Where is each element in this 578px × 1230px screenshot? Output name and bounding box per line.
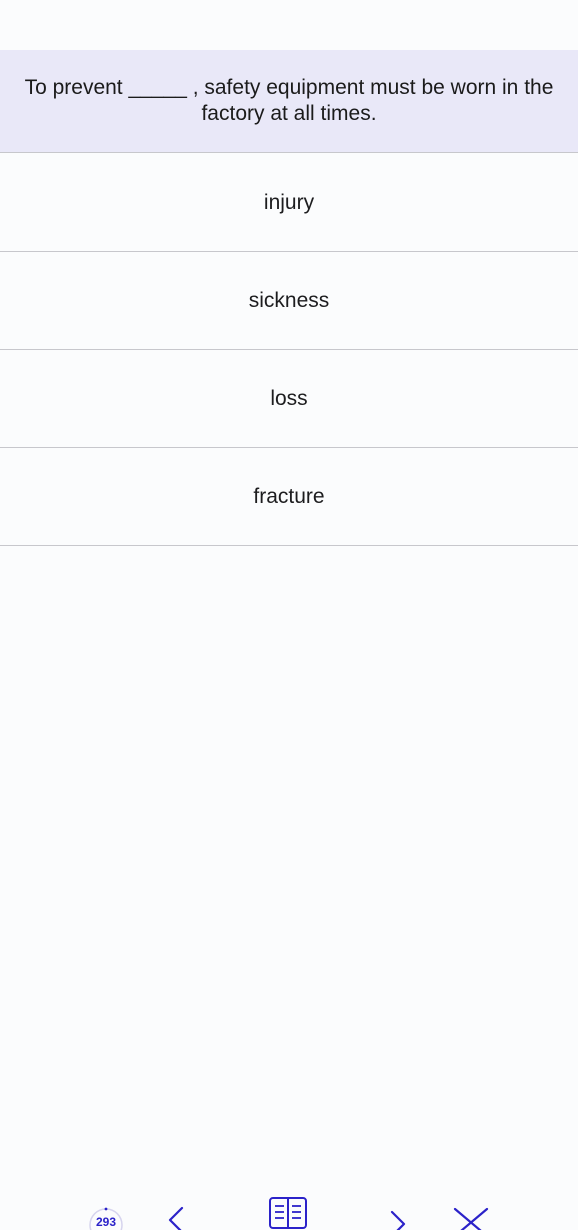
chevron-right-icon[interactable] [386, 1206, 410, 1230]
progress-counter-value: 293 [95, 1215, 117, 1229]
answer-option-label: injury [263, 190, 315, 214]
bottom-toolbar: 293 [0, 1190, 578, 1230]
progress-counter[interactable]: 293 [88, 1206, 124, 1230]
answer-option-label: fracture [253, 484, 325, 508]
chevron-left-icon[interactable] [164, 1206, 188, 1230]
question-text: To prevent _____ , safety equipment must… [24, 76, 554, 125]
answer-option[interactable]: fracture [0, 448, 578, 546]
answer-options-list: injury sickness loss fracture [0, 154, 578, 546]
question-card: To prevent _____ , safety equipment must… [0, 50, 578, 153]
answer-option[interactable]: injury [0, 154, 578, 252]
answer-option[interactable]: sickness [0, 252, 578, 350]
book-icon[interactable] [268, 1196, 308, 1230]
answer-option-label: sickness [248, 288, 330, 312]
close-icon[interactable] [452, 1206, 490, 1230]
answer-option-label: loss [270, 386, 308, 410]
answer-option[interactable]: loss [0, 350, 578, 448]
